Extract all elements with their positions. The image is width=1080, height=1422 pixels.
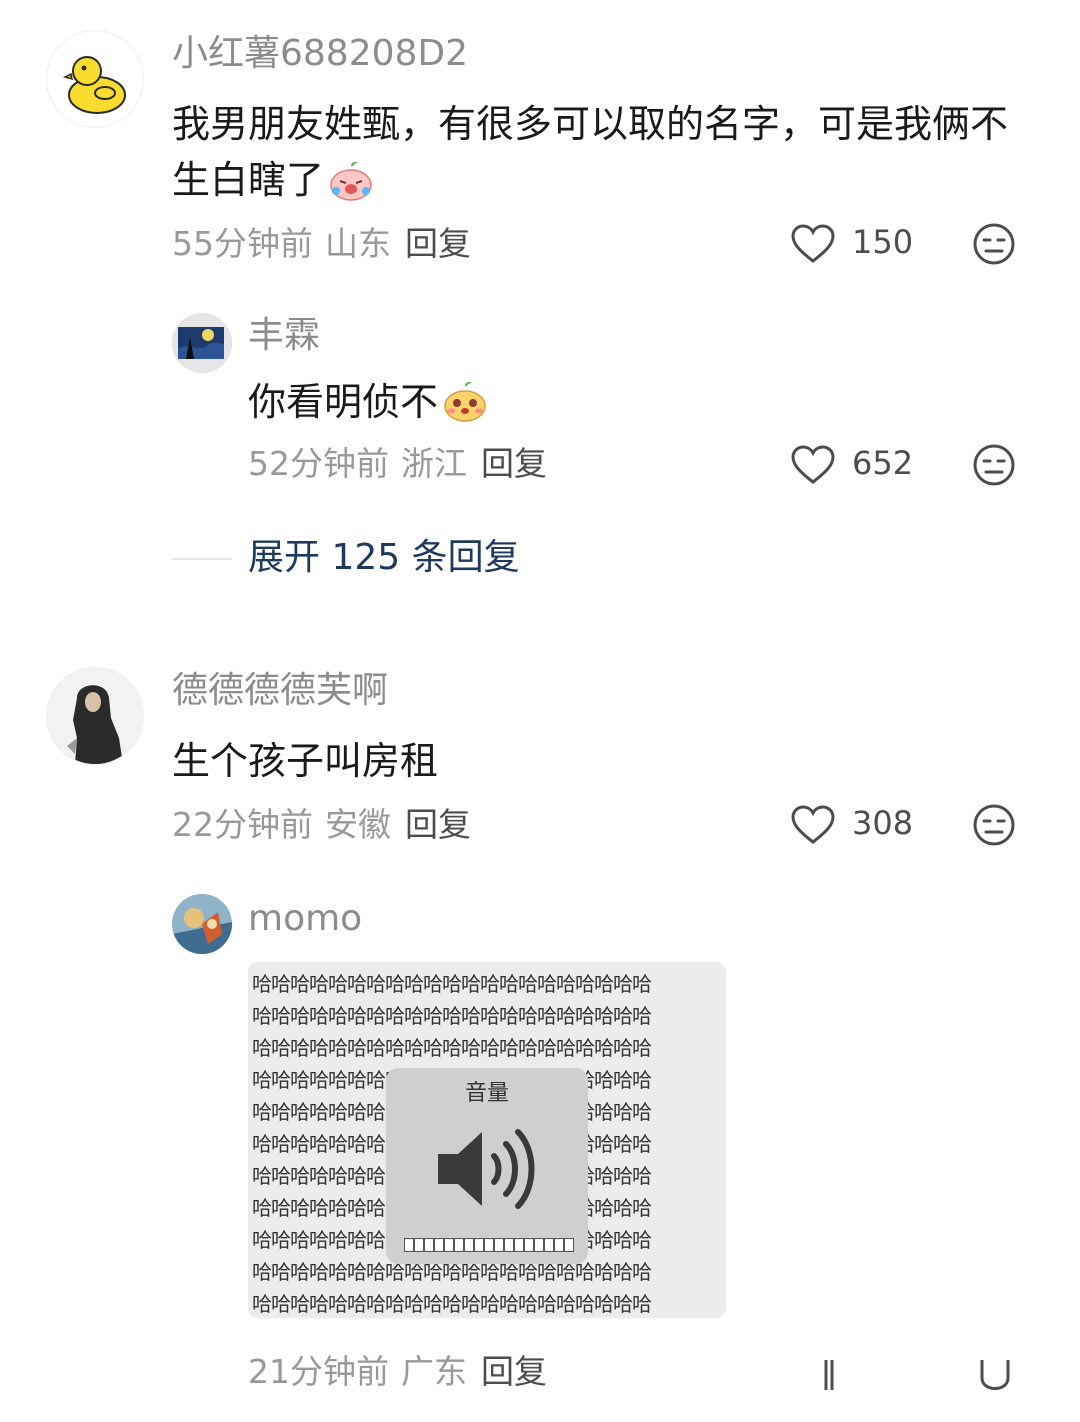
reply-text-content: 你看明侦不 [248, 380, 439, 424]
like-button[interactable]: 652 [790, 443, 930, 487]
meh-face-icon [980, 1360, 1010, 1390]
reply-region: 浙江 [401, 444, 467, 483]
dislike-button[interactable] [978, 1360, 1012, 1394]
speaker-volume-icon [438, 1129, 535, 1209]
like-button[interactable]: 308 [790, 803, 930, 847]
dislike-button[interactable] [972, 222, 1016, 266]
haha-row: 哈哈哈哈哈哈哈哈哈哈哈哈哈哈哈哈哈哈哈哈哈 [252, 1004, 652, 1028]
reply-button[interactable]: 回复 [405, 224, 471, 263]
reply-text: 你看明侦不 [248, 374, 1008, 438]
volume-overlay: 音量 [386, 1068, 588, 1264]
comment-username[interactable]: 德德德德芙啊 [172, 669, 388, 713]
comment-meta: 22分钟前 安徽 回复 [172, 805, 471, 845]
haha-row: 哈哈哈哈哈哈哈哈哈哈哈哈哈哈哈哈哈哈哈哈哈 [252, 1036, 652, 1060]
like-count: 652 [852, 444, 914, 482]
cartoon-avatar-icon [172, 894, 232, 954]
comment-text-content: 我男朋友姓甄，有很多可以取的名字，可是我俩不生白瞎了 [172, 102, 1009, 202]
reply-image[interactable]: 哈哈哈哈哈哈哈哈哈哈哈哈哈哈哈哈哈哈哈哈哈 哈哈哈哈哈哈哈哈哈哈哈哈哈哈哈哈哈哈哈… [248, 962, 726, 1318]
reply-region: 广东 [401, 1352, 467, 1391]
heart-icon [791, 805, 835, 844]
heart-icon [791, 224, 835, 263]
heart-icon [791, 445, 835, 484]
comment-meta: 55分钟前 山东 回复 [172, 224, 471, 264]
dislike-button[interactable] [972, 443, 1016, 487]
like-count: 308 [852, 804, 914, 842]
reply-button[interactable]: 回复 [405, 805, 471, 844]
reply-meta: 21分钟前 广东 回复 [248, 1352, 547, 1392]
reply-username[interactable]: momo [248, 897, 362, 941]
reply-time: 21分钟前 [248, 1352, 389, 1391]
comment-text: 生个孩子叫房租 [172, 739, 439, 783]
meh-face-icon [973, 804, 1015, 846]
avatar[interactable] [46, 30, 144, 128]
haha-row: 哈哈哈哈哈哈哈哈哈哈哈哈哈哈哈哈哈哈哈哈哈 [252, 972, 652, 996]
expand-divider [172, 558, 232, 560]
volume-bar-fill [405, 1239, 573, 1251]
comment-time: 22分钟前 [172, 805, 313, 844]
volume-bar [404, 1238, 574, 1252]
meh-face-icon [973, 444, 1015, 486]
duck-icon [62, 56, 126, 114]
hooded-person-avatar-icon [47, 668, 143, 764]
comment-region: 安徽 [325, 805, 391, 844]
expand-replies-button[interactable]: 展开 125 条回复 [248, 536, 520, 580]
volume-title: 音量 [464, 1081, 509, 1106]
reply-username[interactable]: 丰霖 [248, 314, 320, 358]
reply-meta: 52分钟前 浙江 回复 [248, 444, 547, 484]
meh-face-icon [973, 223, 1015, 265]
blushing-peach-emoji-icon [442, 381, 488, 438]
comment-region: 山东 [325, 224, 391, 263]
haha-row: 哈哈哈哈哈哈哈哈哈哈哈哈哈哈哈哈哈哈哈哈哈 [252, 1292, 652, 1316]
reply-button[interactable]: 回复 [481, 444, 547, 483]
heart-icon [824, 1360, 834, 1390]
comment-username[interactable]: 小红薯688208D2 [172, 32, 468, 76]
crying-peach-emoji-icon [328, 160, 374, 216]
like-button[interactable]: 150 [790, 222, 930, 266]
starry-night-avatar-icon [172, 313, 232, 373]
reply-time: 52分钟前 [248, 444, 389, 483]
avatar[interactable] [46, 667, 144, 765]
dislike-button[interactable] [972, 803, 1016, 847]
reply-button[interactable]: 回复 [481, 1352, 547, 1391]
comment-text: 我男朋友姓甄，有很多可以取的名字，可是我俩不生白瞎了 [172, 96, 1022, 216]
comment-time: 55分钟前 [172, 224, 313, 263]
like-button[interactable] [820, 1360, 840, 1394]
avatar[interactable] [172, 894, 232, 954]
like-count: 150 [852, 223, 914, 261]
avatar[interactable] [172, 313, 232, 373]
